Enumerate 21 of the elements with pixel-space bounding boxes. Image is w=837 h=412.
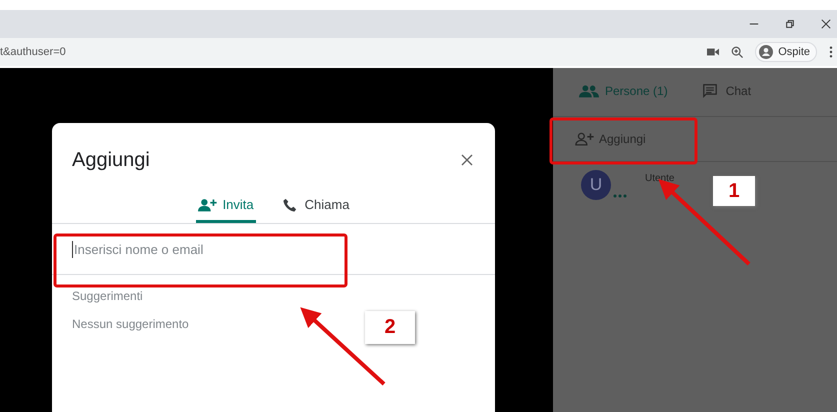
- address-text[interactable]: t&authuser=0: [0, 46, 696, 58]
- no-suggestions-text: Nessun suggerimento: [72, 317, 189, 331]
- add-person-icon: [198, 198, 218, 212]
- menu-icon[interactable]: [829, 46, 833, 58]
- tab[interactable]: Invita: [196, 191, 256, 223]
- step-number: 1: [713, 176, 755, 206]
- restore-icon[interactable]: [785, 19, 795, 29]
- tab[interactable]: Chiama: [278, 191, 352, 223]
- profile-button[interactable]: Ospite: [755, 42, 817, 62]
- step-number: 2: [365, 311, 415, 344]
- suggestions-heading: Suggerimenti: [72, 289, 143, 303]
- dialog-title: Aggiungi: [72, 148, 150, 172]
- close-icon[interactable]: [821, 19, 831, 29]
- camera-icon[interactable]: [707, 46, 720, 58]
- participant-name: Utente: [645, 172, 674, 184]
- zoom-icon[interactable]: [731, 46, 744, 58]
- add-person-icon: [575, 132, 595, 146]
- close-icon[interactable]: [461, 154, 473, 166]
- name-email-field[interactable]: Inserisci nome o email: [72, 240, 336, 258]
- avatar-icon: [759, 45, 774, 59]
- people-icon: [579, 84, 599, 98]
